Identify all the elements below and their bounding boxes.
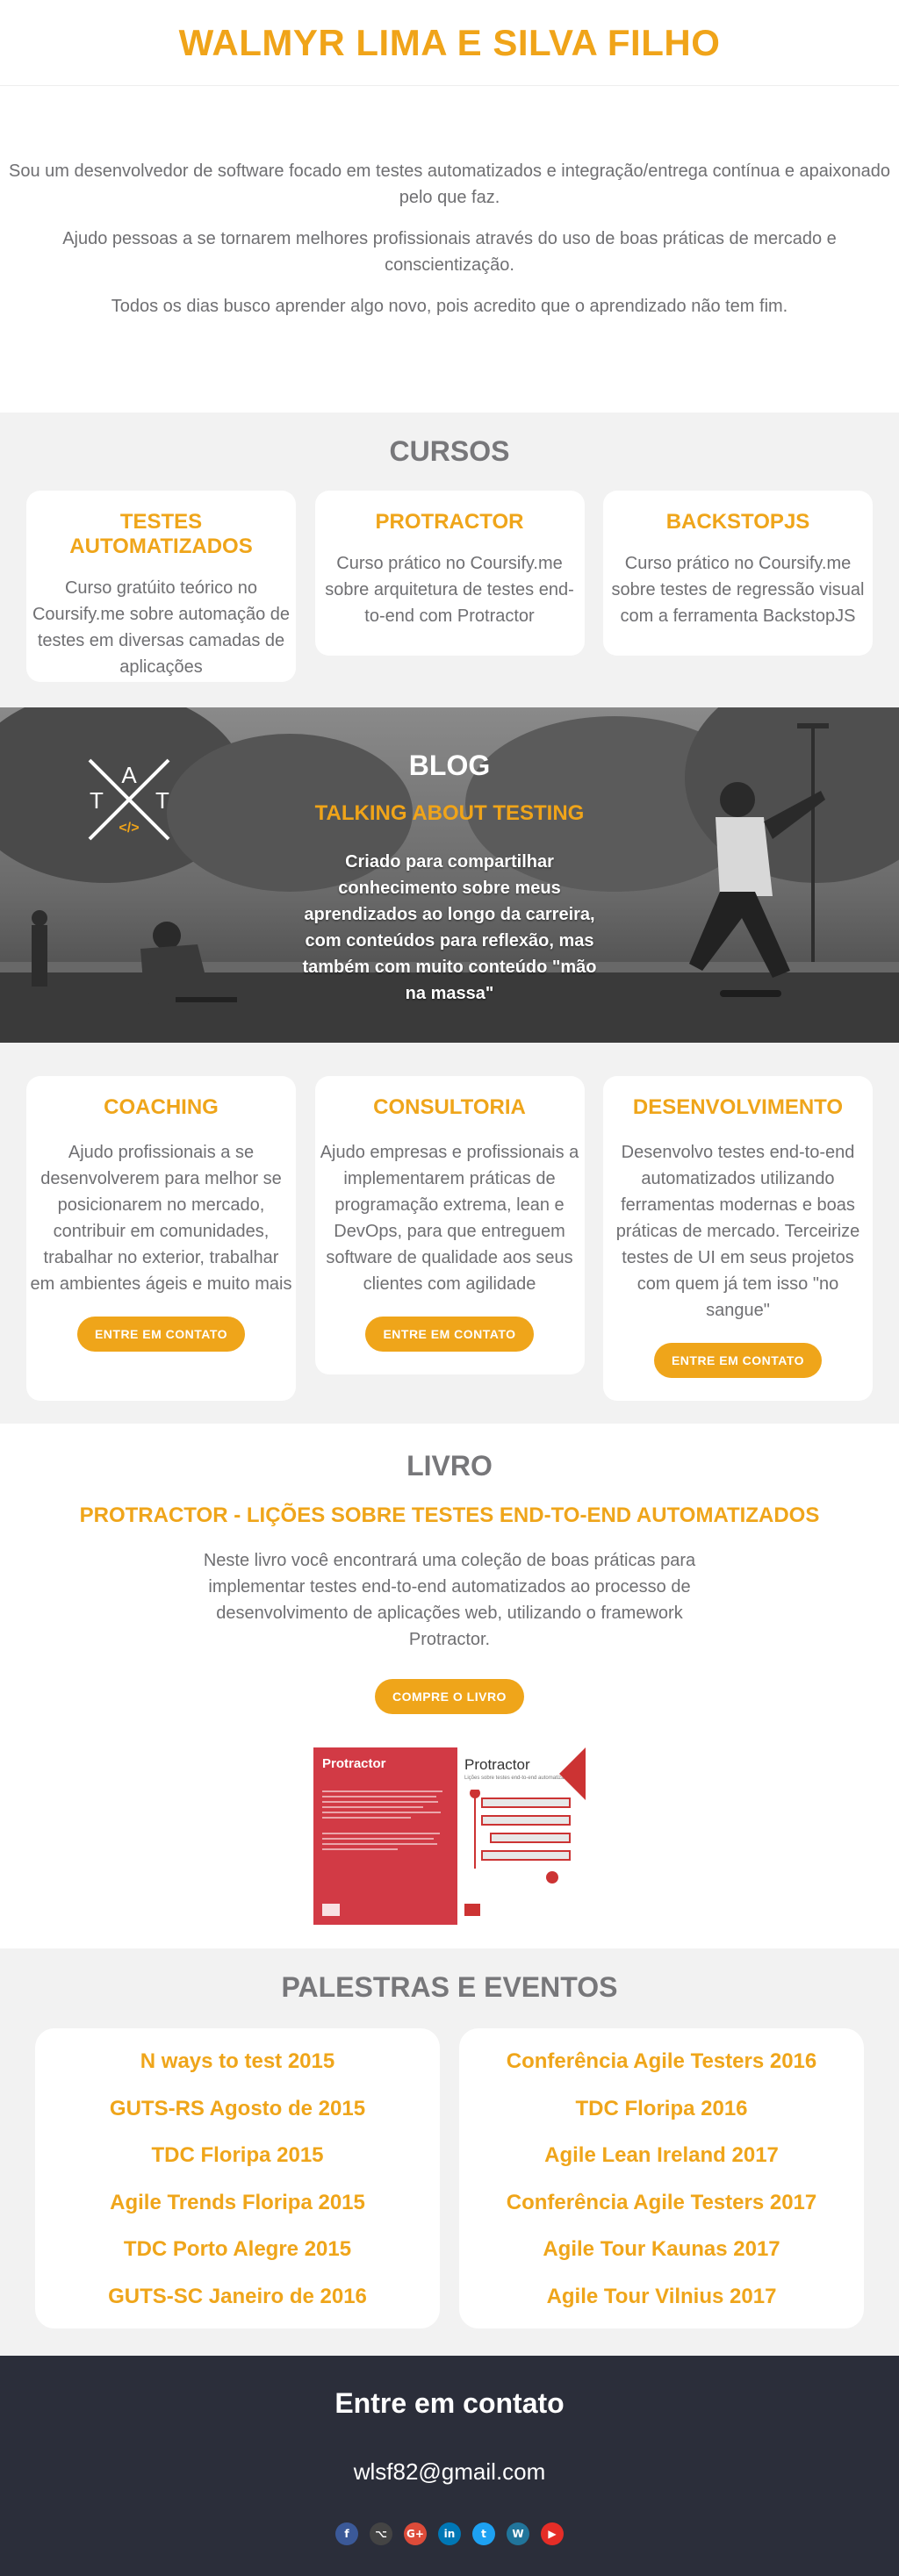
talks-list-left: N ways to test 2015 GUTS-RS Agosto de 20…	[35, 2028, 440, 2328]
book-corner-ribbon-icon	[559, 1747, 586, 1800]
book-description: Neste livro você encontrará uma coleção …	[203, 1551, 696, 1649]
talk-link[interactable]: TDC Floripa 2016	[459, 2095, 864, 2142]
book-section: LIVRO PROTRACTOR - LIÇÕES SOBRE TESTES E…	[0, 1424, 899, 1948]
about-paragraph: Ajudo pessoas a se tornarem melhores pro…	[62, 229, 837, 275]
buy-book-button[interactable]: COMPRE O LIVRO	[375, 1679, 524, 1714]
talk-link[interactable]: Agile Tour Kaunas 2017	[459, 2235, 864, 2283]
service-card-desenvolvimento: DESENVOLVIMENTO Desenvolvo testes end-to…	[603, 1076, 873, 1401]
youtube-icon[interactable]: ▶	[541, 2522, 564, 2545]
contact-button[interactable]: ENTRE EM CONTATO	[76, 1317, 246, 1352]
courses-section: CURSOS TESTES AUTOMATIZADOS Curso gratúi…	[0, 413, 899, 707]
site-header: WALMYR LIMA E SILVA FILHO	[0, 0, 899, 86]
talk-link[interactable]: GUTS-SC Janeiro de 2016	[35, 2283, 440, 2330]
contact-title: Entre em contato	[334, 2387, 565, 2419]
service-title: CONSULTORIA	[373, 1095, 526, 1119]
service-description: Desenvolvo testes end-to-end automatizad…	[615, 1143, 860, 1320]
talk-link[interactable]: Agile Trends Floripa 2015	[35, 2189, 440, 2236]
publisher-logo-icon	[464, 1904, 480, 1916]
social-links: f ⌥ G+ in t W ▶	[0, 2522, 899, 2545]
about-paragraph: Sou um desenvolvedor de software focado …	[9, 161, 890, 207]
contact-footer: Entre em contato wlsf82@gmail.com f ⌥ G+…	[0, 2356, 899, 2576]
talks-list-right: Conferência Agile Testers 2016 TDC Flori…	[459, 2028, 864, 2328]
service-card-coaching: COACHING Ajudo profissionais a se desenv…	[26, 1076, 296, 1401]
github-icon[interactable]: ⌥	[370, 2522, 392, 2545]
book-subtitle: PROTRACTOR - LIÇÕES SOBRE TESTES END-TO-…	[79, 1503, 820, 1527]
site-title: WALMYR LIMA E SILVA FILHO	[178, 21, 721, 63]
book-back-text-lines	[322, 1790, 449, 1850]
service-card-consultoria: CONSULTORIA Ajudo empresas e profissiona…	[314, 1076, 585, 1374]
contact-button[interactable]: ENTRE EM CONTATO	[365, 1317, 534, 1352]
logo-letter-t-right: T	[155, 787, 169, 814]
publisher-logo-icon	[322, 1904, 340, 1916]
book-front-cover: Protractor Lições sobre testes end-to-en…	[457, 1747, 586, 1925]
course-description: Curso gratúito teórico no Coursify.me so…	[32, 578, 291, 677]
linkedin-icon[interactable]: in	[438, 2522, 461, 2545]
service-title: DESENVOLVIMENTO	[632, 1095, 844, 1119]
talk-link[interactable]: GUTS-RS Agosto de 2015	[35, 2095, 440, 2142]
course-title[interactable]: PROTRACTOR	[320, 510, 579, 535]
contact-email[interactable]: wlsf82@gmail.com	[0, 2458, 899, 2486]
book-diagram-icon	[470, 1790, 571, 1884]
blog-description: Criado para compartilhar conhecimento so…	[302, 852, 597, 1003]
about-section: Sou um desenvolvedor de software focado …	[0, 86, 899, 413]
course-card[interactable]: TESTES AUTOMATIZADOS Curso gratúito teór…	[26, 491, 296, 682]
talk-link[interactable]: TDC Porto Alegre 2015	[35, 2235, 440, 2283]
logo-code-glyph: </>	[119, 821, 139, 836]
book-back-cover: Protractor	[313, 1747, 457, 1925]
talking-about-testing-logo: A T T </>	[88, 758, 170, 841]
twitter-icon[interactable]: t	[472, 2522, 495, 2545]
logo-letter-a: A	[121, 762, 137, 788]
about-paragraph: Todos os dias busco aprender algo novo, …	[111, 297, 788, 316]
course-description: Curso prático no Coursify.me sobre teste…	[611, 554, 865, 626]
talk-link[interactable]: Agile Lean Ireland 2017	[459, 2142, 864, 2189]
contact-button[interactable]: ENTRE EM CONTATO	[653, 1343, 823, 1378]
talk-link[interactable]: Conferência Agile Testers 2017	[459, 2189, 864, 2236]
talk-link[interactable]: N ways to test 2015	[35, 2048, 440, 2095]
course-title[interactable]: BACKSTOPJS	[608, 510, 867, 535]
book-section-title: LIVRO	[406, 1450, 493, 1482]
talks-section: PALESTRAS E EVENTOS N ways to test 2015 …	[0, 1948, 899, 2356]
talk-link[interactable]: Conferência Agile Testers 2016	[459, 2048, 864, 2095]
course-card[interactable]: PROTRACTOR Curso prático no Coursify.me …	[314, 491, 585, 656]
service-description: Ajudo empresas e profissionais a impleme…	[320, 1143, 579, 1294]
talk-link[interactable]: Agile Tour Vilnius 2017	[459, 2283, 864, 2330]
book-back-title: Protractor	[322, 1756, 386, 1771]
blog-subtitle[interactable]: TALKING ABOUT TESTING	[298, 801, 601, 826]
courses-title: CURSOS	[389, 435, 510, 467]
talk-link[interactable]: TDC Floripa 2015	[35, 2142, 440, 2189]
wordpress-icon[interactable]: W	[507, 2522, 529, 2545]
google-plus-icon[interactable]: G+	[404, 2522, 427, 2545]
book-cover-image[interactable]: Protractor Protractor Lições sobre teste…	[313, 1747, 586, 1925]
course-description: Curso prático no Coursify.me sobre arqui…	[325, 554, 574, 626]
service-title: COACHING	[104, 1095, 219, 1119]
blog-section[interactable]: A T T </> BLOG TALKING ABOUT TESTING Cri…	[0, 707, 899, 1043]
services-section: COACHING Ajudo profissionais a se desenv…	[0, 1043, 899, 1424]
talks-title: PALESTRAS E EVENTOS	[281, 1971, 618, 2003]
course-card[interactable]: BACKSTOPJS Curso prático no Coursify.me …	[603, 491, 873, 656]
course-title[interactable]: TESTES AUTOMATIZADOS	[32, 510, 291, 559]
service-description: Ajudo profissionais a se desenvolverem p…	[30, 1143, 292, 1294]
facebook-icon[interactable]: f	[335, 2522, 358, 2545]
blog-title[interactable]: BLOG	[298, 750, 601, 782]
logo-letter-t-left: T	[90, 787, 104, 814]
blog-content: BLOG TALKING ABOUT TESTING Criado para c…	[298, 750, 601, 1007]
